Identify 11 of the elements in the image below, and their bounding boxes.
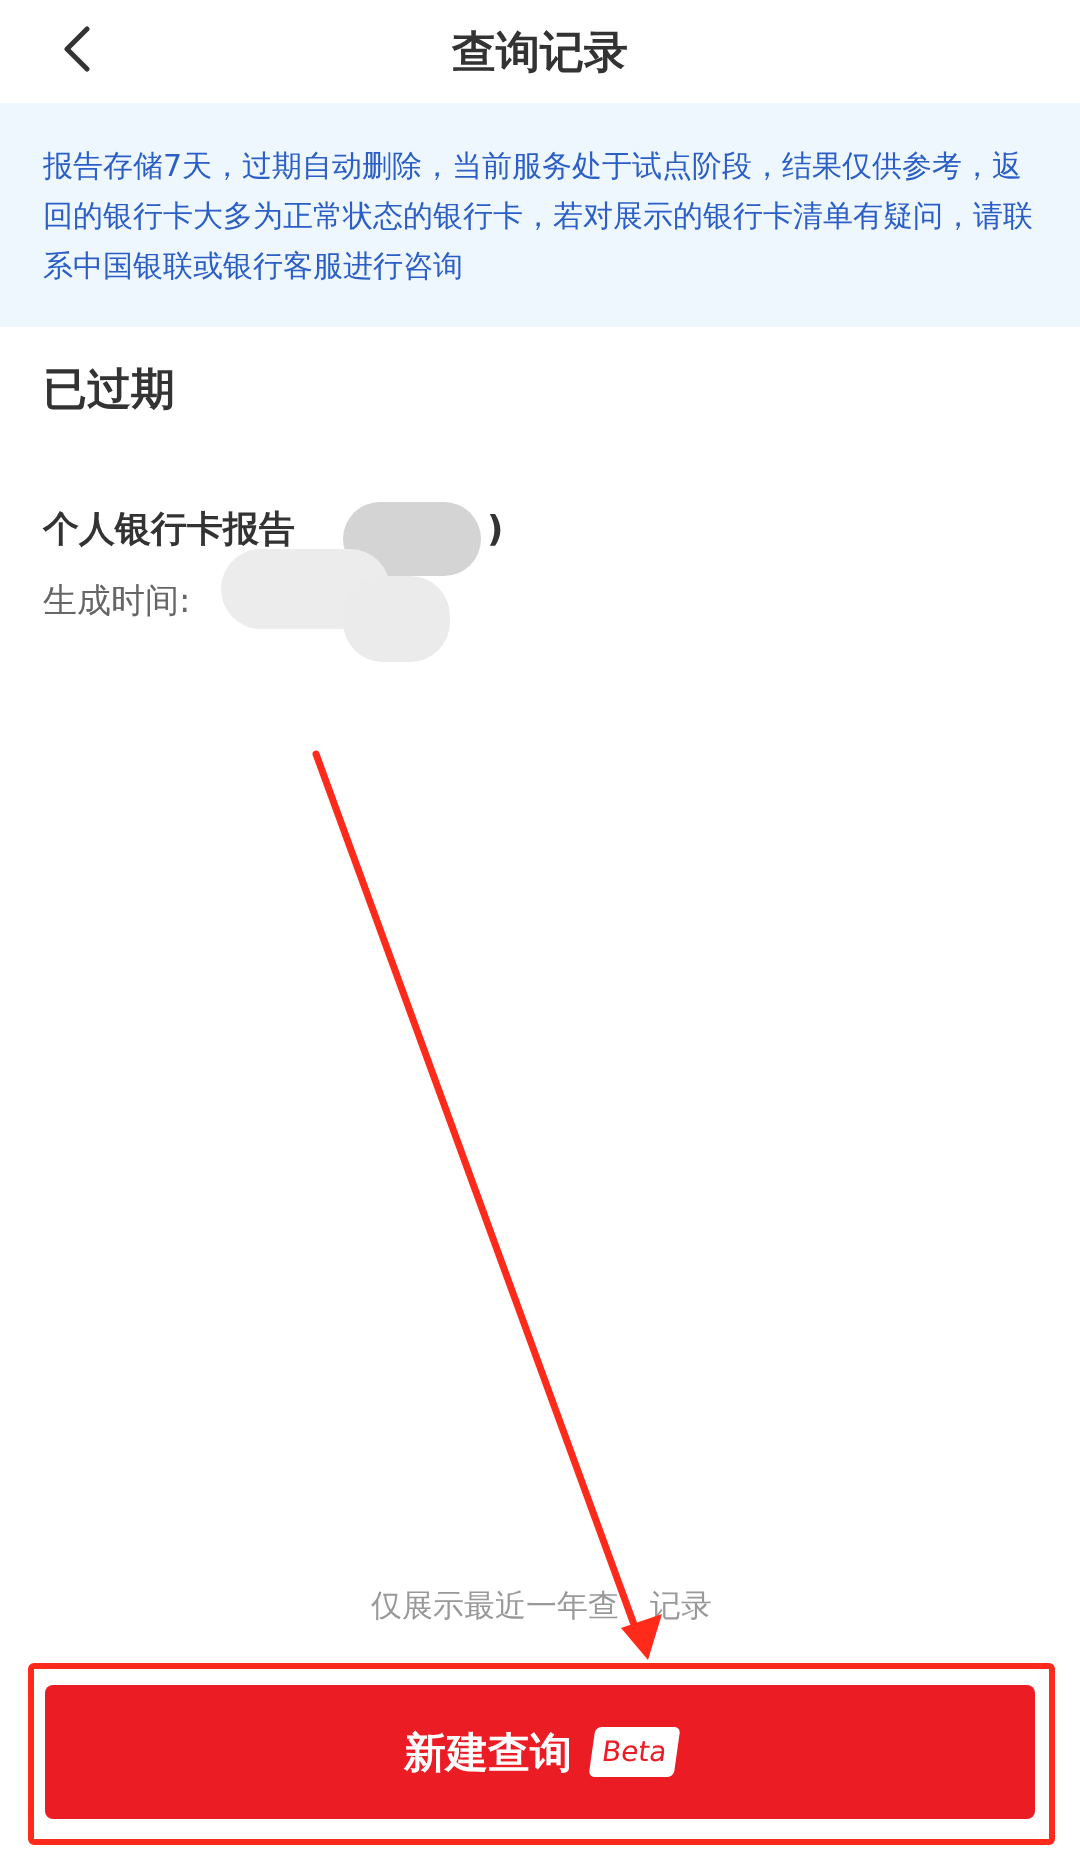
beta-badge: Beta xyxy=(588,1727,680,1777)
new-query-button[interactable]: 新建查询 Beta xyxy=(45,1685,1035,1819)
footer-note: 仅展示最近一年查 xyxy=(370,1590,619,1621)
notice-text: 报告存储7天，过期自动删除，当前服务处于试点阶段，结果仅供参考，返回的银行卡大多为正常状态的银行卡，若对展示的银行卡清单有疑问，请联系中国银联或银行客服进行咨询 xyxy=(43,147,1034,285)
section-title: 已过期 xyxy=(43,367,176,411)
report-title-end: ) xyxy=(487,511,504,547)
footer-note: 记录 xyxy=(649,1590,712,1621)
generated-time-label: 生成时间: xyxy=(43,583,192,617)
back-icon[interactable] xyxy=(62,26,92,72)
report-title: 个人银行卡报告 xyxy=(43,511,295,547)
page-title: 查询记录 xyxy=(452,29,628,74)
